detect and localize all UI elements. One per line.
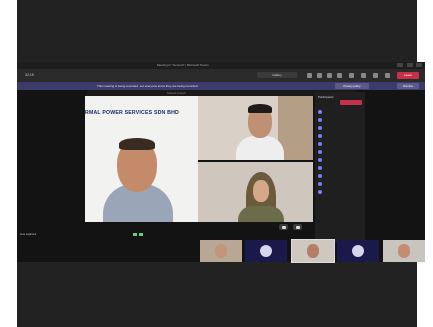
participant-list-item[interactable] [318, 158, 362, 163]
avatar [318, 190, 322, 194]
view-button[interactable]: Gallery [257, 72, 297, 78]
dismiss-button[interactable]: Dismiss [397, 83, 419, 89]
participant-list-item[interactable] [318, 142, 362, 147]
participant-list-item[interactable] [318, 126, 362, 131]
avatar [318, 166, 322, 170]
live-captions: Live captions [20, 232, 37, 236]
more-icon[interactable] [349, 73, 354, 78]
avatar [318, 142, 322, 146]
close-icon[interactable] [416, 63, 422, 67]
banner-text: This meeting is being recorded. Let ever… [97, 84, 199, 88]
participant-list-item[interactable] [318, 110, 362, 115]
participant-thumbnail[interactable] [383, 240, 425, 262]
maximize-icon[interactable] [407, 63, 413, 67]
raise-hand-icon[interactable] [327, 73, 332, 78]
participant-list-item[interactable] [318, 150, 362, 155]
caption-icon [139, 233, 143, 236]
participant-video-tile[interactable] [198, 162, 313, 222]
participant-list-item[interactable] [318, 182, 362, 187]
window-titlebar: Meeting in "General" | Microsoft Teams [17, 62, 425, 69]
meeting-timer: 32:15 [25, 73, 34, 77]
people-icon[interactable] [317, 73, 322, 78]
participant-thumbnail[interactable] [337, 240, 379, 262]
participants-panel: Participants [315, 92, 365, 242]
teams-window: Meeting in "General" | Microsoft Teams 3… [17, 62, 425, 262]
participant-list-item[interactable] [318, 118, 362, 123]
participant-list-item[interactable] [318, 174, 362, 179]
camera-icon[interactable] [361, 73, 366, 78]
avatar [318, 158, 322, 162]
recording-banner: This meeting is being recorded. Let ever… [17, 82, 425, 90]
reactions-icon[interactable] [337, 73, 342, 78]
mic-icon[interactable] [373, 73, 378, 78]
participant-list-item[interactable] [318, 166, 362, 171]
meeting-toolbar: 32:15 Gallery Leave [17, 69, 425, 82]
avatar [318, 174, 322, 178]
avatar [318, 126, 322, 130]
window-title: Meeting in "General" | Microsoft Teams [157, 63, 209, 67]
leave-button[interactable]: Leave [397, 72, 419, 79]
participant-list-item[interactable] [318, 134, 362, 139]
avatar [318, 134, 322, 138]
presenter-video [103, 132, 173, 222]
avatar [318, 118, 322, 122]
shared-screen[interactable]: RMAL POWER SERVICES SDN BHD [85, 96, 198, 222]
avatar [318, 150, 322, 154]
avatar [318, 182, 322, 186]
minimize-icon[interactable] [397, 63, 403, 67]
participant-thumbnail[interactable] [245, 240, 287, 262]
participant-video-tile[interactable] [198, 96, 313, 160]
spotlight-icon[interactable] [293, 224, 302, 230]
chat-icon[interactable] [307, 73, 312, 78]
caption-icon [133, 233, 137, 236]
participant-thumbnail[interactable] [200, 240, 242, 262]
subbar-text: Shared content [167, 91, 186, 95]
participant-strip [200, 239, 425, 263]
avatar [318, 110, 322, 114]
shared-slide-title: RMAL POWER SERVICES SDN BHD [85, 110, 179, 116]
pin-icon[interactable] [279, 224, 288, 230]
panel-header: Participants [318, 95, 334, 99]
share-icon[interactable] [385, 73, 390, 78]
participant-list-item[interactable] [318, 190, 362, 195]
participant-thumbnail[interactable] [291, 239, 335, 263]
panel-action-button[interactable] [340, 100, 362, 105]
privacy-policy-button[interactable]: Privacy policy [335, 83, 369, 89]
